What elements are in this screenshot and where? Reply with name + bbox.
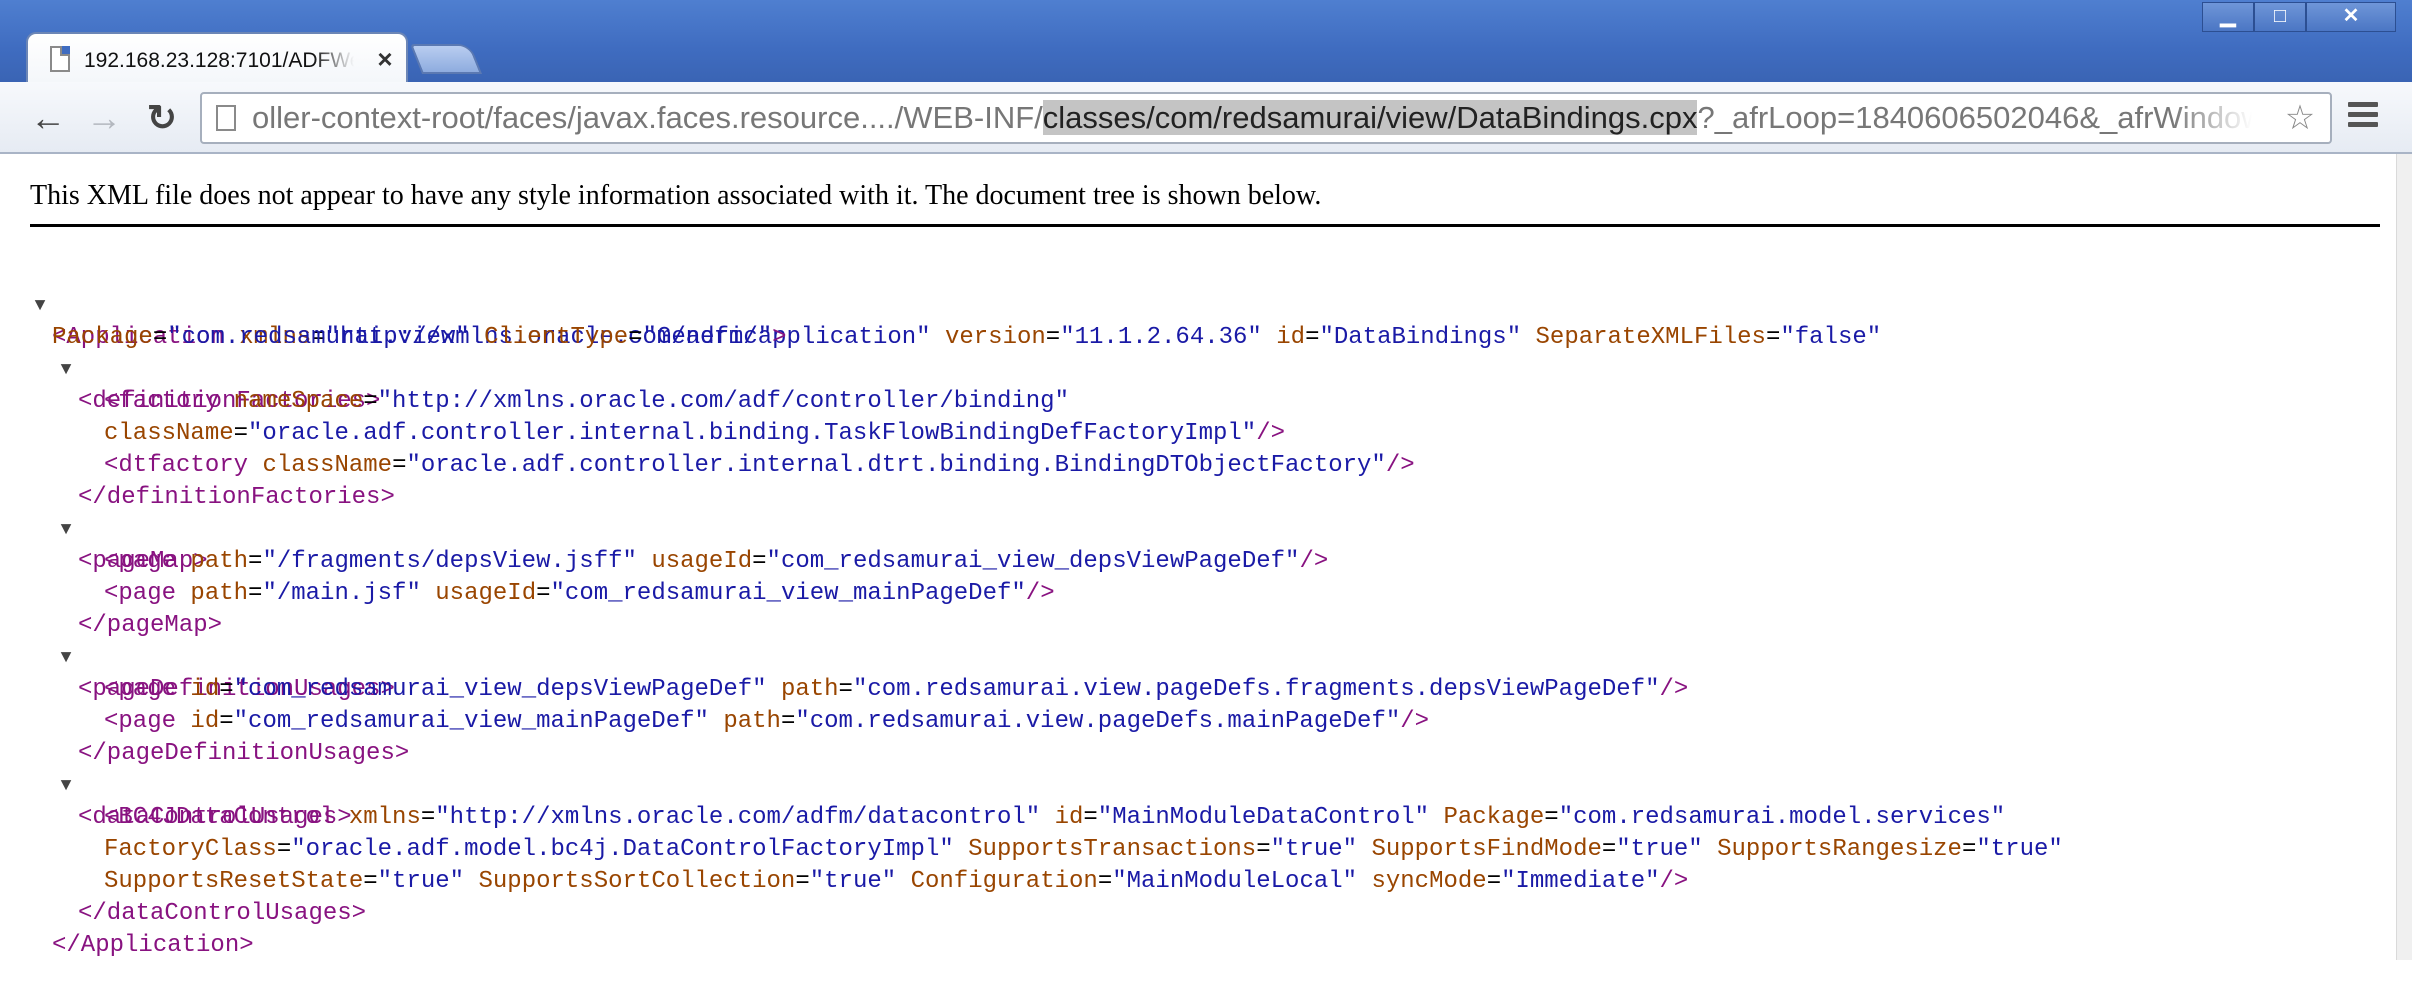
xml-line: ▼ <dataControlUsages>: [0, 738, 2380, 831]
url-prefix: oller-context-root/faces/javax.faces.res…: [252, 100, 1043, 135]
tab-title: 192.168.23.128:7101/ADFWeb: [84, 49, 354, 72]
xml-line: </pageMap>: [0, 578, 2380, 639]
maximize-button[interactable]: □: [2254, 2, 2306, 32]
page-content: This XML file does not appear to have an…: [0, 154, 2396, 960]
page-icon: [50, 46, 70, 72]
xml-line: FactoryClass="oracle.adf.model.bc4j.Data…: [104, 836, 2063, 863]
address-bar[interactable]: oller-context-root/faces/javax.faces.res…: [200, 92, 2332, 144]
minimize-button[interactable]: ▁: [2202, 2, 2254, 32]
forward-button[interactable]: →: [82, 96, 126, 140]
xml-line: <dtfactory className="oracle.adf.control…: [104, 452, 1415, 479]
xml-line: <factory nameSpace="http://xmlns.oracle.…: [104, 388, 1069, 415]
xml-line: </definitionFactories>: [0, 450, 2380, 511]
close-tab-icon[interactable]: ×: [370, 44, 400, 74]
xml-tree: ▼ <Application xmlns="http://xmlns.oracl…: [0, 258, 2380, 959]
browser-tab[interactable]: 192.168.23.128:7101/ADFWeb ×: [26, 32, 408, 86]
menu-icon[interactable]: [2348, 102, 2378, 134]
xml-line: ▼ <definitionFactories>: [0, 322, 2380, 415]
browser-toolbar: ← → ↻ oller-context-root/faces/javax.fac…: [0, 82, 2412, 154]
back-button[interactable]: ←: [26, 96, 70, 140]
xml-line: SupportsResetState="true" SupportsSortCo…: [104, 868, 1689, 895]
xml-line: <BC4JDataControl xmlns="http://xmlns.ora…: [104, 804, 2006, 831]
new-tab-button[interactable]: [409, 44, 483, 74]
xml-info-message: This XML file does not appear to have an…: [30, 180, 1322, 211]
xml-line: <page path="/fragments/depsView.jsff" us…: [104, 548, 1329, 575]
bookmark-star-icon[interactable]: ☆: [2280, 98, 2320, 138]
divider: [30, 224, 2380, 227]
xml-line: ▼ <pageMap>: [0, 482, 2380, 575]
url-text[interactable]: oller-context-root/faces/javax.faces.res…: [252, 94, 2252, 142]
url-suffix: ?_afrLoop=1840606502046&_afrWindowMode=0: [1697, 100, 2252, 135]
xml-line: ▼ <Application xmlns="http://xmlns.oracl…: [0, 258, 2380, 351]
xml-line: <page id="com_redsamurai_view_mainPageDe…: [104, 708, 1430, 735]
xml-line: Package="com.redsamurai.view" ClientType…: [52, 324, 787, 351]
xml-line: <page path="/main.jsf" usageId="com_reds…: [104, 580, 1055, 607]
xml-line: className="oracle.adf.controller.interna…: [104, 420, 1286, 447]
vertical-scrollbar[interactable]: [2396, 154, 2412, 960]
xml-tag: </Application>: [52, 932, 254, 959]
xml-line: </dataControlUsages>: [0, 866, 2380, 927]
xml-line: </pageDefinitionUsages>: [0, 706, 2380, 767]
close-window-button[interactable]: ✕: [2306, 2, 2396, 32]
page-icon: [216, 105, 236, 131]
url-highlight: classes/com/redsamurai/view/DataBindings…: [1042, 100, 1698, 135]
xml-line: ▼ <pageDefinitionUsages>: [0, 610, 2380, 703]
xml-line: <page id="com_redsamurai_view_depsViewPa…: [104, 676, 1689, 703]
window-controls: ▁ □ ✕: [2202, 2, 2396, 34]
xml-line: </Application>: [0, 898, 2380, 959]
title-bar: 192.168.23.128:7101/ADFWeb × ▁ □ ✕: [0, 0, 2412, 86]
reload-button[interactable]: ↻: [140, 96, 184, 140]
